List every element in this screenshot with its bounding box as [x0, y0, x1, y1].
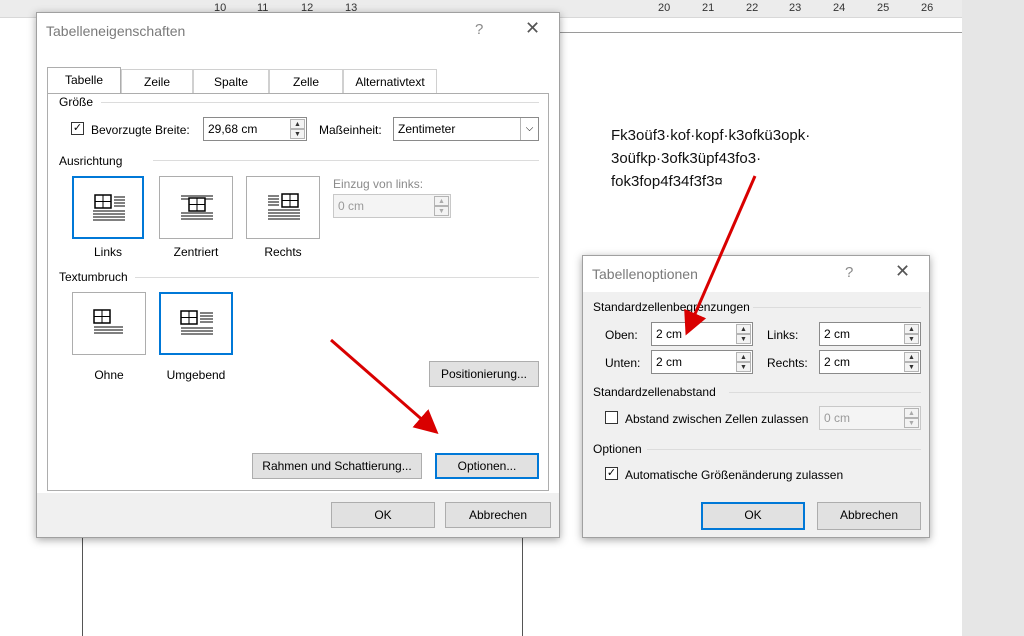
annotation-arrow — [684, 175, 757, 336]
annotation-arrow — [330, 338, 439, 434]
annotation-arrows — [330, 175, 757, 434]
